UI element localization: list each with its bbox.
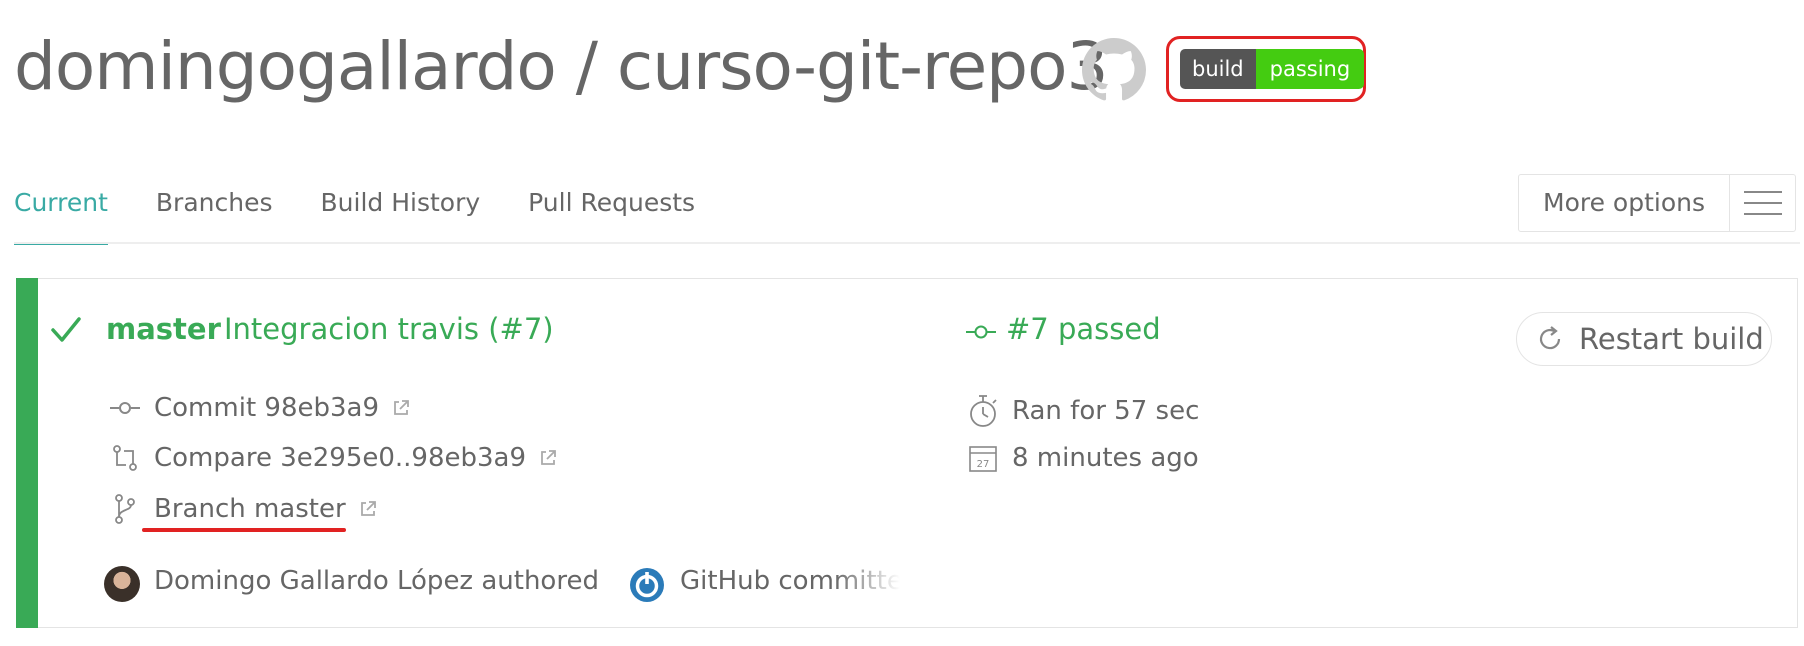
tabs-divider <box>14 242 1800 244</box>
duration-row: Ran for 57 sec <box>966 393 1199 429</box>
commit-node-icon <box>966 325 996 339</box>
stopwatch-icon <box>966 393 1000 429</box>
tab-pull-requests[interactable]: Pull Requests <box>528 186 695 246</box>
avatar[interactable] <box>104 566 140 602</box>
build-status-badge[interactable]: build passing <box>1180 49 1365 89</box>
duration-text: Ran for 57 sec <box>1012 396 1200 426</box>
compare-row[interactable]: Compare 3e295e0..98eb3a9 <box>108 443 558 473</box>
more-options-label: More options <box>1519 175 1730 231</box>
calendar-icon: 27 <box>966 443 1000 473</box>
build-number-status[interactable]: #7 passed <box>1006 312 1161 346</box>
author-text: Domingo Gallardo López authored <box>154 566 599 596</box>
compare-link[interactable]: Compare 3e295e0..98eb3a9 <box>154 443 526 473</box>
branch-highlight-underline <box>142 528 346 532</box>
external-link-icon[interactable] <box>391 398 411 418</box>
tab-build-history[interactable]: Build History <box>321 186 481 246</box>
tab-bar: Current Branches Build History Pull Requ… <box>14 186 743 246</box>
build-branch-name[interactable]: master <box>106 312 221 346</box>
github-octocat-icon[interactable] <box>1082 38 1146 102</box>
restart-build-label: Restart build <box>1579 322 1764 356</box>
check-icon <box>51 317 81 342</box>
build-status-stripe <box>16 278 38 628</box>
branch-row[interactable]: Branch master <box>108 493 378 525</box>
finished-row: 27 8 minutes ago <box>966 443 1199 473</box>
github-committer-icon <box>630 568 664 602</box>
tab-current[interactable]: Current <box>14 186 108 246</box>
external-link-icon[interactable] <box>538 448 558 468</box>
branch-icon <box>108 493 142 525</box>
finished-text: 8 minutes ago <box>1012 443 1199 473</box>
build-commit-message[interactable]: Integracion travis (#7) <box>224 312 554 346</box>
more-options-button[interactable]: More options <box>1518 174 1796 232</box>
committer-text: GitHub committer <box>680 566 900 596</box>
restart-build-button[interactable]: Restart build <box>1516 312 1772 366</box>
hamburger-icon[interactable] <box>1730 175 1795 231</box>
commit-link[interactable]: Commit 98eb3a9 <box>154 393 379 423</box>
tab-branches[interactable]: Branches <box>156 186 273 246</box>
commit-row[interactable]: Commit 98eb3a9 <box>108 393 411 423</box>
badge-label: build <box>1180 49 1256 89</box>
restart-icon <box>1539 326 1561 350</box>
calendar-day: 27 <box>977 459 990 470</box>
external-link-icon[interactable] <box>358 499 378 519</box>
compare-icon <box>108 443 142 473</box>
repo-title[interactable]: domingogallardo / curso-git-repo3 <box>14 22 1108 112</box>
badge-value: passing <box>1255 49 1365 89</box>
commit-icon <box>108 400 142 416</box>
branch-link[interactable]: Branch master <box>154 494 346 524</box>
